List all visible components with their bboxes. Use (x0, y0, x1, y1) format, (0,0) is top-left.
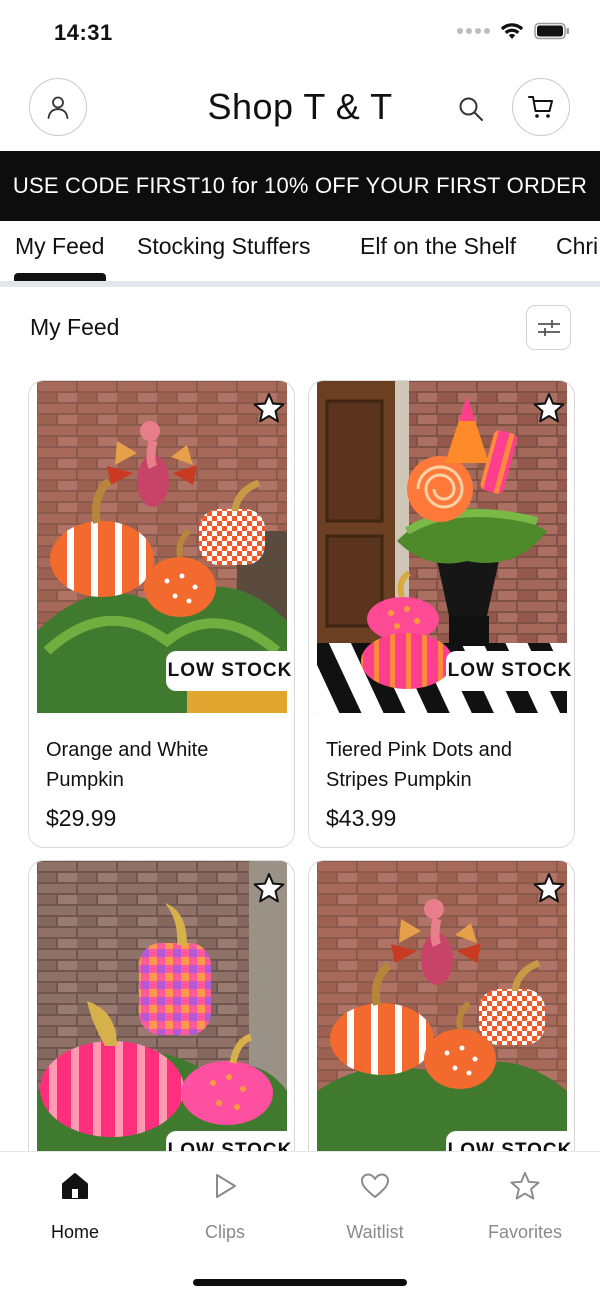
product-price: $29.99 (46, 805, 117, 831)
product-name[interactable]: Orange and White Pumpkin (46, 735, 276, 795)
product-card[interactable]: LOW STOCK Orange and White Pumpkin $29.9… (28, 380, 295, 848)
nav-home-label: Home (50, 1222, 99, 1242)
nav-waitlist-label: Waitlist (346, 1222, 404, 1242)
tab-active-indicator (14, 273, 106, 281)
product-card[interactable]: LOW STOCK Tiered Pink Dots and Stripes P… (308, 380, 575, 848)
tab-christmas[interactable]: Chri (556, 233, 598, 260)
play-icon (216, 1174, 236, 1198)
search-icon (459, 97, 483, 121)
nav-home[interactable]: Home (10, 1168, 140, 1243)
product-name[interactable]: Tiered Pink Dots and Stripes Pumpkin (326, 735, 556, 795)
battery-icon (534, 22, 570, 40)
category-tabs: My Feed Stocking Stuffers Elf on the She… (0, 221, 600, 283)
bottom-nav: Home Clips Waitlist Favorites (0, 1151, 600, 1299)
nav-favorites-label: Favorites (487, 1222, 563, 1242)
status-time: 14:31 (54, 20, 113, 45)
tab-elf-on-the-shelf[interactable]: Elf on the Shelf (360, 233, 516, 260)
home-icon (62, 1173, 88, 1199)
status-icons (457, 22, 570, 40)
star-icon (510, 1171, 540, 1200)
sliders-icon (537, 319, 560, 336)
home-indicator (193, 1279, 407, 1286)
app-header: Shop T & T (0, 78, 600, 138)
cart-button[interactable] (512, 78, 570, 136)
low-stock-badge: LOW STOCK (446, 651, 574, 691)
feed-title: My Feed (30, 314, 120, 340)
favorite-star-icon[interactable] (252, 871, 286, 905)
signal-icon (457, 28, 490, 34)
tab-stocking-stuffers[interactable]: Stocking Stuffers (137, 233, 310, 260)
favorite-star-icon[interactable] (532, 871, 566, 905)
cart-icon (528, 96, 553, 118)
product-card[interactable]: LOW STOCK (28, 860, 295, 1200)
tab-my-feed[interactable]: My Feed (15, 233, 104, 260)
status-bar: 14:31 (0, 0, 600, 66)
promo-text: USE CODE FIRST10 for 10% OFF YOUR FIRST … (12, 173, 588, 198)
nav-clips[interactable]: Clips (160, 1168, 290, 1243)
product-price: $43.99 (326, 805, 397, 831)
favorite-star-icon[interactable] (252, 391, 286, 425)
favorite-star-icon[interactable] (532, 391, 566, 425)
app-title: Shop T & T (207, 86, 393, 127)
nav-clips-label: Clips (204, 1222, 245, 1242)
promo-banner[interactable]: USE CODE FIRST10 for 10% OFF YOUR FIRST … (0, 151, 600, 221)
filter-button[interactable] (526, 305, 571, 350)
heart-icon (361, 1173, 389, 1198)
nav-waitlist[interactable]: Waitlist (310, 1168, 440, 1243)
wifi-icon (500, 22, 524, 40)
search-button[interactable] (452, 90, 490, 128)
tabs-divider (0, 281, 600, 287)
low-stock-badge: LOW STOCK (166, 651, 294, 691)
nav-favorites[interactable]: Favorites (460, 1168, 590, 1243)
product-card[interactable]: LOW STOCK (308, 860, 575, 1200)
